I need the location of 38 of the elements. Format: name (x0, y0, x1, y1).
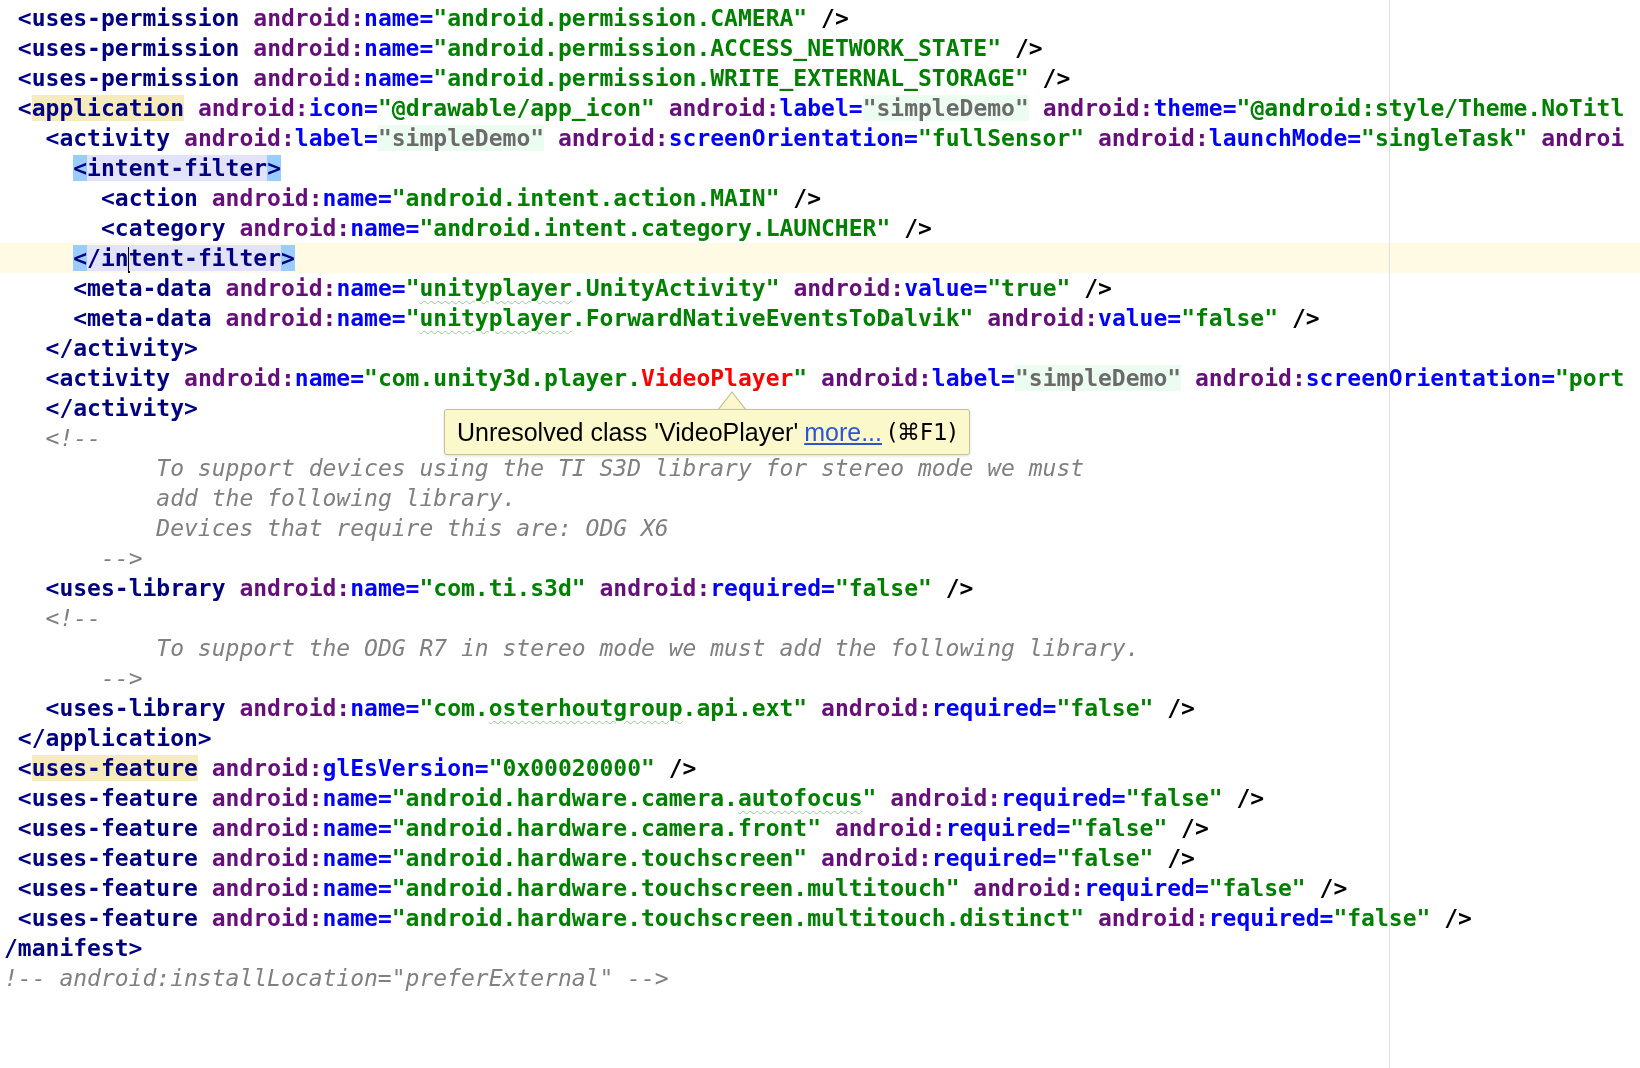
code-line: <activity android:name="com.unity3d.player.VideoPlayer" android:label="simpleDemo" android:screenOrientation="port (44, 365, 1625, 391)
more-link[interactable]: more... (804, 419, 882, 445)
code-line: <uses-feature android:glEsVersion="0x00020000" /> (16, 755, 697, 781)
code-line: To support devices using the TI S3D library for stereo mode we must (155, 455, 1085, 481)
code-line: <!-- (44, 425, 101, 451)
shortcut-hint: (⌘F1) (888, 420, 957, 444)
code-line: <action android:name="android.intent.action.MAIN" /> (99, 185, 822, 211)
code-line: <uses-feature android:name="android.hardware.camera.autofocus" android:required="false" /> (16, 785, 1265, 811)
code-line: <meta-data android:name="unityplayer.UnityActivity" android:value="true" /> (72, 275, 1112, 301)
code-line: <uses-permission android:name="android.permission.ACCESS_NETWORK_STATE" /> (16, 35, 1043, 61)
code-line: <uses-feature android:name="android.hardware.touchscreen.multitouch" android:required="false" /> (16, 875, 1348, 901)
code-line: Devices that require this are: ODG X6 (155, 515, 669, 541)
code-line: </activity> (44, 335, 198, 361)
code-line: <uses-feature android:name="android.hardware.camera.front" android:required="false" /> (16, 815, 1209, 841)
code-line: <meta-data android:name="unityplayer.ForwardNativeEventsToDalvik" android:value="false" /> (72, 305, 1320, 331)
code-line: <uses-library android:name="com.osterhoutgroup.api.ext" android:required="false" /> (44, 695, 1195, 721)
code-line: <uses-permission android:name="android.permission.WRITE_EXTERNAL_STORAGE" /> (16, 65, 1071, 91)
code-line: <uses-feature android:name="android.hardware.touchscreen.multitouch.distinct" android:required="false" /> (16, 905, 1472, 931)
tooltip-message: Unresolved class 'VideoPlayer' (457, 419, 799, 445)
code-line: /manifest> (4, 935, 143, 961)
code-line: <intent-filter> (72, 155, 281, 181)
code-editor[interactable] (0, 0, 1640, 1068)
code-line: !-- android:installLocation="preferExternal" --> (4, 965, 669, 991)
code-line: </activity> (44, 395, 198, 421)
code-line: <application android:icon="@drawable/app_icon" android:label="simpleDemo" android:theme="@android:style/Theme.NoTitl (16, 95, 1625, 121)
code-line: <uses-permission android:name="android.permission.CAMERA" /> (16, 5, 849, 31)
code-line: <uses-feature android:name="android.hardware.touchscreen" android:required="false" /> (16, 845, 1195, 871)
code-line: add the following library. (155, 485, 517, 511)
code-line: </application> (16, 725, 212, 751)
code-line: </intent-filter> (72, 245, 295, 271)
code-line: --> (99, 545, 143, 571)
tooltip-arrow (718, 391, 746, 410)
code-line: --> (99, 665, 143, 691)
code-line: <category android:name="android.intent.category.LAUNCHER" /> (99, 215, 932, 241)
code-line: <!-- (44, 605, 101, 631)
code-line: To support the ODG R7 in stereo mode we must add the following library. (155, 635, 1140, 661)
code-line: <uses-library android:name="com.ti.s3d" android:required="false" /> (44, 575, 974, 601)
code-line: <activity android:label="simpleDemo" android:screenOrientation="fullSensor" android:launchMode="singleTask" androi (44, 125, 1625, 151)
